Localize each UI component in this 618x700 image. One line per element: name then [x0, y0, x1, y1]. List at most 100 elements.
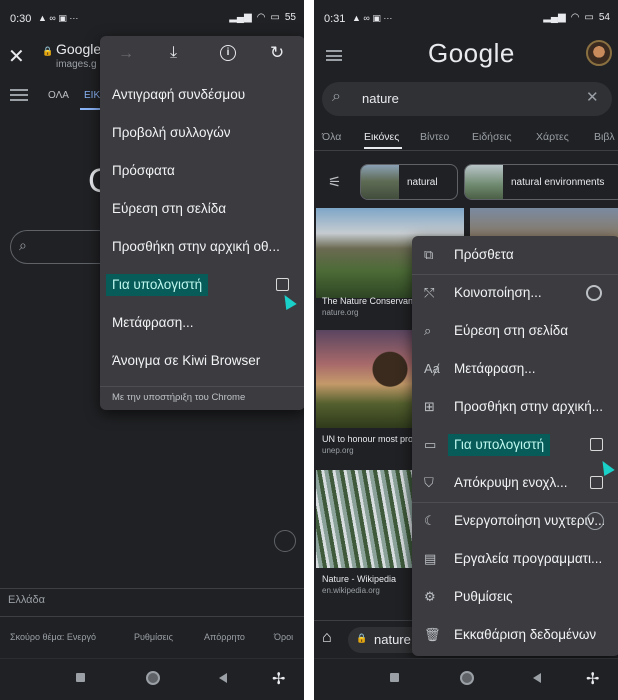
menu-item-label: Πρόσφατα [112, 163, 175, 178]
terminal-icon: ▤ [424, 551, 437, 566]
desktop-site-checkbox[interactable] [276, 278, 289, 291]
share-icon: ⤲ [424, 285, 435, 300]
menu-item-clear-data[interactable]: 🗑 Εκκαθάριση δεδομένων [412, 616, 618, 654]
recents-button[interactable] [390, 673, 399, 682]
tab-maps[interactable]: Χάρτες [536, 131, 569, 143]
menu-item-copy-link[interactable]: Αντιγραφή συνδέσμου [100, 76, 304, 114]
signal-icon: ▂▄▆ [543, 12, 566, 23]
footer-link-settings[interactable]: Ρυθμίσεις [134, 632, 173, 642]
menu-item-view-collections[interactable]: Προβολή συλλογών [100, 114, 304, 152]
menu-item-find-in-page[interactable]: Εύρεση στη σελίδα [100, 190, 304, 228]
refresh-icon[interactable]: ↻ [270, 43, 284, 63]
tab-all[interactable]: Όλα [322, 131, 341, 143]
image-result-partial[interactable] [470, 208, 618, 238]
add-home-icon: ⊞ [424, 399, 435, 414]
clear-icon[interactable]: ✕ [586, 88, 599, 106]
menu-item-label: Για υπολογιστή [448, 434, 551, 456]
footer-divider-2 [0, 616, 304, 617]
menu-item-settings[interactable]: ⚙ Ρυθμίσεις [412, 578, 618, 616]
search-query[interactable]: nature [362, 91, 399, 106]
tab-news[interactable]: Ειδήσεις [472, 131, 512, 143]
accessibility-icon[interactable]: ✢ [586, 669, 599, 689]
site-title: Google [56, 41, 102, 57]
footer-link-privacy[interactable]: Απόρρητο [204, 632, 245, 642]
menu-item-translate[interactable]: Μετάφραση... [100, 304, 304, 342]
menu-item-label: Προσθήκη στην αρχική... [454, 399, 604, 414]
tabs-divider [314, 150, 618, 151]
accessibility-icon[interactable]: ✢ [272, 669, 285, 689]
menu-item-night-mode[interactable]: ☾ Ενεργοποίηση νυχτεριν... [412, 502, 618, 540]
menu-item-label: Μετάφραση... [112, 315, 194, 330]
puzzle-icon: ⧉ [424, 247, 434, 262]
tab-images[interactable]: ΕΙΚ [84, 90, 100, 101]
user-avatar[interactable] [586, 40, 612, 66]
settings-icon: ⚙ [424, 589, 436, 604]
hamburger-menu-icon[interactable] [326, 50, 342, 61]
menu-item-desktop-site[interactable]: ▭ Για υπολογιστή [412, 426, 618, 464]
menu-item-extensions[interactable]: ⧉ Πρόσθετα [412, 236, 618, 274]
battery-icon: ▭ [270, 12, 280, 23]
tab-all[interactable]: ΟΛΑ [48, 90, 69, 101]
info-icon[interactable]: i [220, 45, 236, 61]
desktop-site-checkbox[interactable] [590, 438, 603, 451]
region-label: Ελλάδα [8, 594, 46, 606]
menu-item-translate[interactable]: Aⱥ Μετάφραση... [412, 350, 618, 388]
desktop-icon: ▭ [424, 437, 437, 452]
back-button[interactable] [219, 673, 227, 683]
search-bar[interactable]: ⌕ nature ✕ [322, 82, 612, 116]
notification-icons: ▲ ∞ ▣ ··· [38, 13, 79, 23]
night-mode-toggle[interactable] [586, 512, 604, 530]
home-icon[interactable]: ⌂ [322, 629, 332, 647]
menu-item-add-to-home[interactable]: Προσθήκη στην αρχική οθ... [100, 228, 304, 266]
download-icon[interactable]: ⤓ [170, 44, 177, 62]
chip-natural[interactable]: natural [360, 164, 458, 200]
shield-icon: ⛉ [424, 475, 434, 490]
status-right: ▂▄▆ ◠ ▭ 55 [229, 12, 296, 23]
find-icon: ⌕ [424, 323, 432, 338]
menu-item-label: Εκκαθάριση δεδομένων [454, 627, 597, 642]
status-time: 0:30 [10, 13, 32, 25]
menu-item-label: Άνοιγμα σε Kiwi Browser [112, 353, 261, 368]
menu-item-desktop-site[interactable]: Για υπολογιστή [100, 266, 304, 304]
menu-item-developer-tools[interactable]: ▤ Εργαλεία προγραμματι... [412, 540, 618, 578]
chip-natural-environments[interactable]: natural environments [464, 164, 618, 200]
menu-item-label: Μετάφραση... [454, 361, 536, 376]
search-icon: ⌕ [332, 88, 341, 105]
menu-item-label: Εργαλεία προγραμματι... [454, 551, 603, 566]
menu-item-label: Ενεργοποίηση νυχτεριν... [454, 513, 604, 528]
result-source: nature.org [322, 308, 359, 317]
close-icon[interactable]: ✕ [8, 44, 25, 69]
menu-item-add-to-home[interactable]: ⊞ Προσθήκη στην αρχική... [412, 388, 618, 426]
tab-videos[interactable]: Βίντεο [420, 131, 449, 143]
menu-item-hide-annoyances[interactable]: ⛉ Απόκρυψη ενοχλ... [412, 464, 618, 502]
menu-item-share[interactable]: ⤲ Κοινοποίηση... [412, 274, 618, 312]
battery-level: 55 [284, 12, 296, 23]
hamburger-menu-icon[interactable] [10, 89, 28, 101]
menu-toolbar: → ⤓ i ↻ [100, 36, 304, 76]
filter-icon[interactable]: ⚟ [328, 173, 341, 191]
menu-divider [412, 274, 618, 275]
forward-icon[interactable]: → [118, 45, 134, 63]
footer-link-terms[interactable]: Όροι [274, 632, 293, 642]
home-button[interactable] [146, 671, 160, 685]
translate-icon: Aⱥ [424, 361, 440, 376]
menu-item-open-in-kiwi[interactable]: Άνοιγμα σε Kiwi Browser [100, 342, 304, 380]
tab-images[interactable]: Εικόνες [364, 131, 399, 143]
recents-button[interactable] [76, 673, 85, 682]
footer-divider [0, 588, 304, 589]
home-button[interactable] [460, 671, 474, 685]
menu-item-label: Εύρεση στη σελίδα [454, 323, 569, 338]
menu-item-find-in-page[interactable]: ⌕ Εύρεση στη σελίδα [412, 312, 618, 350]
wifi-icon: ◠ [570, 12, 580, 23]
footer-link-dark-theme[interactable]: Σκούρο θέμα: Ενεργό [10, 632, 96, 642]
hide-annoyances-checkbox[interactable] [590, 476, 603, 489]
status-right: ▂▄▆ ◠ ▭ 54 [543, 12, 610, 23]
moon-icon: ☾ [424, 513, 436, 528]
result-source: en.wikipedia.org [322, 586, 380, 595]
share-target-icon[interactable] [586, 285, 602, 301]
url-text: nature [374, 632, 411, 647]
menu-item-recent[interactable]: Πρόσφατα [100, 152, 304, 190]
back-button[interactable] [533, 673, 541, 683]
floating-circle[interactable] [274, 530, 296, 552]
tab-books[interactable]: Βιβλ [594, 131, 615, 143]
